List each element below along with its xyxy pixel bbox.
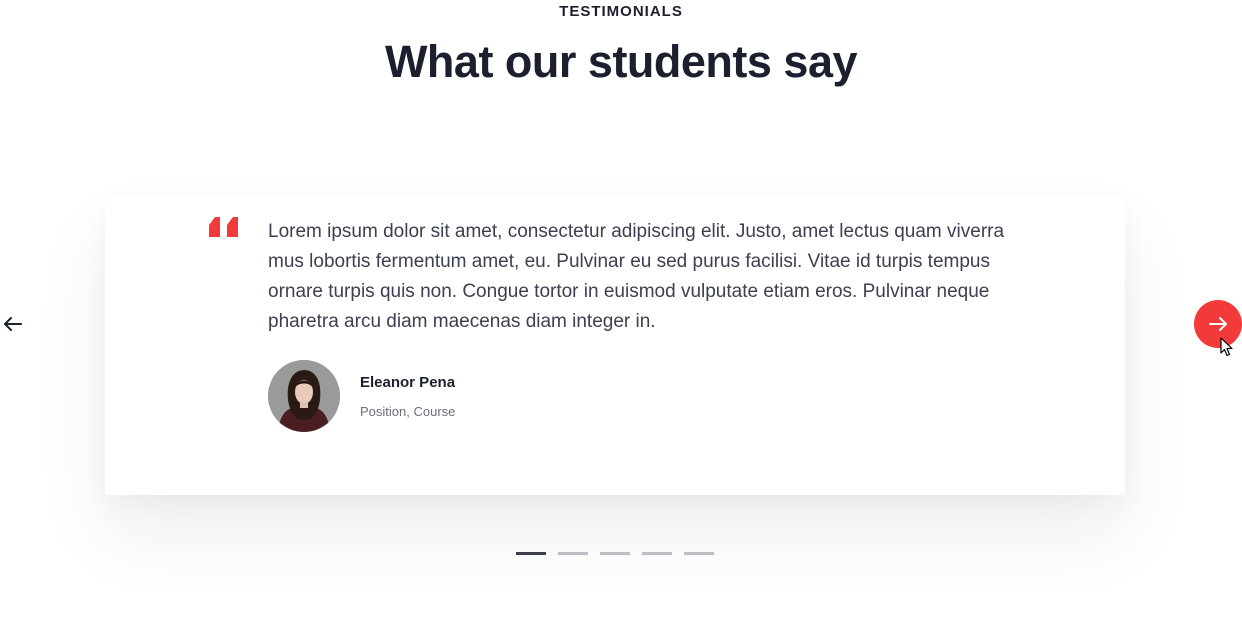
pagination-dot[interactable] bbox=[642, 552, 672, 555]
section-title: What our students say bbox=[384, 36, 858, 87]
quote-icon bbox=[209, 217, 238, 237]
arrow-left-icon bbox=[4, 317, 22, 331]
section-eyebrow: TESTIMONIALS bbox=[559, 3, 683, 20]
author-name: Eleanor Pena bbox=[360, 374, 456, 391]
arrow-right-icon bbox=[1209, 317, 1227, 331]
prev-slide-button[interactable] bbox=[2, 313, 24, 335]
pagination-dot[interactable] bbox=[516, 552, 546, 555]
slider-pagination bbox=[516, 552, 714, 555]
pagination-dot[interactable] bbox=[558, 552, 588, 555]
author-role: Position, Course bbox=[360, 404, 456, 419]
pagination-dot[interactable] bbox=[684, 552, 714, 555]
testimonial-quote: Lorem ipsum dolor sit amet, consectetur … bbox=[268, 221, 1005, 332]
testimonial-card: Lorem ipsum dolor sit amet, consectetur … bbox=[105, 195, 1125, 495]
author-avatar bbox=[268, 360, 340, 432]
pagination-dot[interactable] bbox=[600, 552, 630, 555]
next-slide-button[interactable] bbox=[1194, 300, 1242, 348]
testimonials-section: TESTIMONIALS What our students say Lorem… bbox=[0, 0, 1242, 636]
